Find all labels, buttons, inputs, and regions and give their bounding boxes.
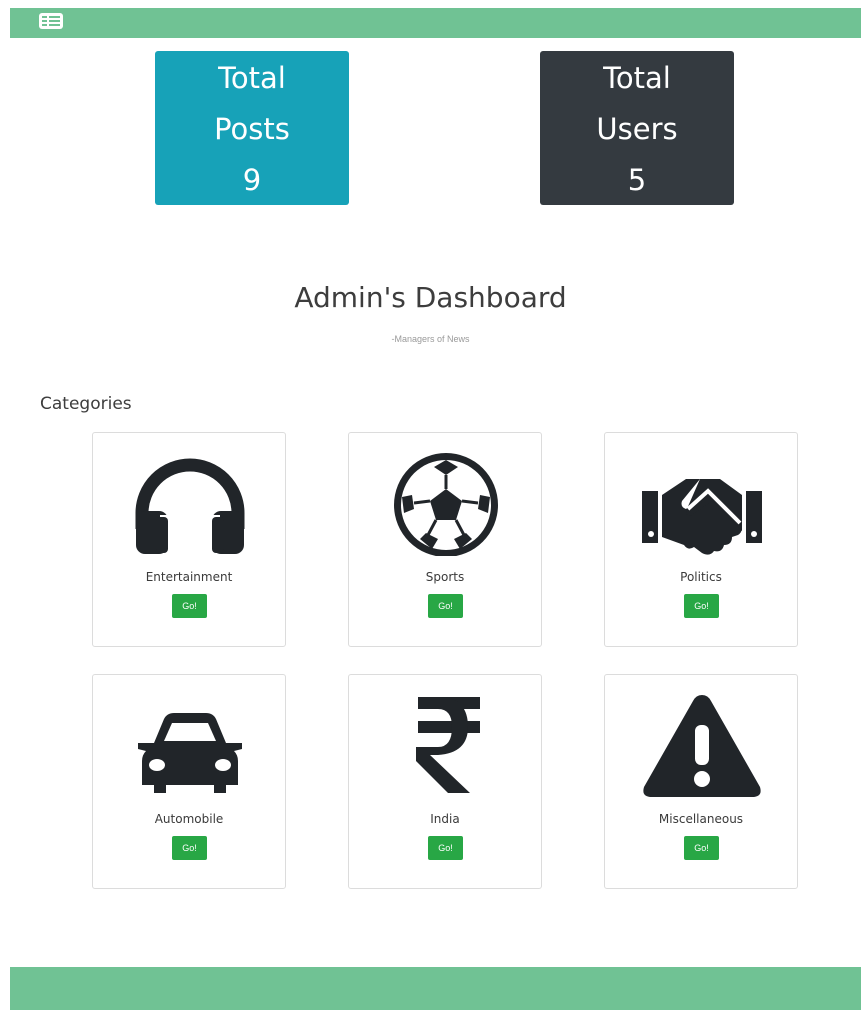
go-button-sports[interactable]: Go! xyxy=(428,594,463,618)
total-posts-card: Total Posts 9 xyxy=(155,51,349,205)
soccer-ball-icon xyxy=(386,451,506,556)
page-subtitle: -Managers of News xyxy=(391,334,470,344)
category-label: Entertainment xyxy=(145,570,233,584)
total-users-line1: Total xyxy=(603,61,671,95)
total-posts-value: 9 xyxy=(242,163,262,197)
top-navbar xyxy=(10,8,861,38)
category-card-automobile: Automobile Go! xyxy=(92,674,286,889)
go-button-india[interactable]: Go! xyxy=(428,836,463,860)
list-icon[interactable] xyxy=(38,11,64,31)
footer-bar xyxy=(10,967,861,1010)
total-posts-line2: Posts xyxy=(214,112,290,146)
page-title: Admin's Dashboard xyxy=(294,281,567,314)
go-button-entertainment[interactable]: Go! xyxy=(172,594,207,618)
total-users-card: Total Users 5 xyxy=(540,51,734,205)
category-card-entertainment: Entertainment Go! xyxy=(92,432,286,647)
car-icon xyxy=(130,693,250,798)
category-card-politics: Politics Go! xyxy=(604,432,798,647)
category-card-miscellaneous: Miscellaneous Go! xyxy=(604,674,798,889)
category-label: Politics xyxy=(680,570,722,584)
categories-heading: Categories xyxy=(40,394,132,414)
go-button-automobile[interactable]: Go! xyxy=(172,836,207,860)
go-button-politics[interactable]: Go! xyxy=(684,594,719,618)
go-button-miscellaneous[interactable]: Go! xyxy=(684,836,719,860)
category-card-india: India Go! xyxy=(348,674,542,889)
total-posts-line1: Total xyxy=(218,61,286,95)
total-users-line2: Users xyxy=(596,112,678,146)
category-label: Automobile xyxy=(154,812,224,826)
warning-icon xyxy=(642,693,762,798)
category-label: India xyxy=(430,812,460,826)
rupee-icon xyxy=(386,693,506,798)
category-card-sports: Sports Go! xyxy=(348,432,542,647)
headphones-icon xyxy=(130,451,250,556)
handshake-icon xyxy=(642,451,762,556)
category-label: Miscellaneous xyxy=(658,812,744,826)
category-label: Sports xyxy=(425,570,465,584)
total-users-value: 5 xyxy=(627,163,647,197)
